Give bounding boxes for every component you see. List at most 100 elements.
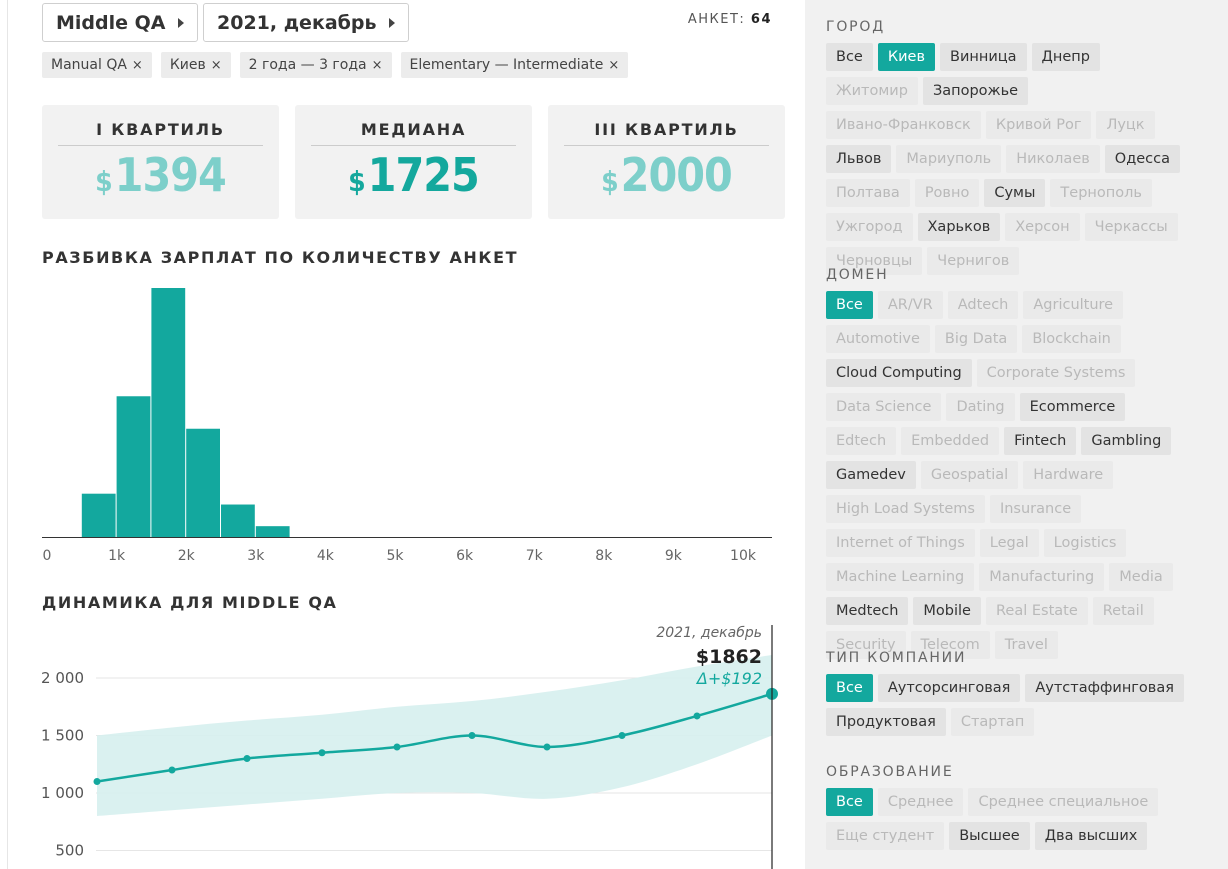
city-option[interactable]: Житомир — [826, 77, 918, 105]
city-option[interactable]: Харьков — [917, 213, 1001, 241]
city-option[interactable]: Киев — [877, 43, 936, 71]
quartile-title: III КВАРТИЛЬ — [594, 120, 739, 139]
domain-option[interactable]: Medtech — [826, 597, 909, 625]
line-point[interactable] — [543, 743, 551, 751]
domain-option[interactable]: Fintech — [1004, 427, 1077, 455]
city-option[interactable]: Кривой Рог — [985, 111, 1092, 139]
histogram-bar — [116, 396, 151, 537]
education-option[interactable]: Высшее — [949, 822, 1030, 850]
domain-option[interactable]: Dating — [946, 393, 1015, 421]
domain-option[interactable]: Gamedev — [826, 461, 916, 489]
domain-option[interactable]: Retail — [1092, 597, 1154, 625]
domain-option[interactable]: Data Science — [826, 393, 942, 421]
x-tick-label: 0 — [43, 548, 52, 564]
city-option[interactable]: Николаев — [1006, 145, 1100, 173]
dynamics-chart: 2 000 1 500 1 000 500 2021, декабрь $1862Δ+$1… — [41, 625, 778, 869]
filter-chip: Manual QA × — [42, 52, 152, 78]
city-option[interactable]: Тернополь — [1050, 179, 1152, 207]
domain-option[interactable]: Machine Learning — [826, 563, 975, 591]
education-option[interactable]: Еще студент — [826, 822, 945, 850]
domain-option[interactable]: Все — [826, 291, 873, 319]
line-point[interactable] — [393, 743, 401, 751]
domain-option[interactable]: Insurance — [989, 495, 1082, 523]
education-option[interactable]: Все — [826, 788, 873, 816]
x-tick-label: 4k — [317, 548, 335, 564]
city-option[interactable]: Винница — [940, 43, 1027, 71]
domain-option[interactable]: Logistics — [1043, 529, 1127, 557]
city-option[interactable]: Полтава — [826, 179, 910, 207]
company_type-option[interactable]: Аутсорсинговая — [877, 674, 1021, 702]
histogram-bar — [186, 428, 220, 537]
city-option[interactable]: Львов — [826, 145, 892, 173]
domain-option[interactable]: Ecommerce — [1019, 393, 1126, 421]
domain-option[interactable]: Manufacturing — [979, 563, 1105, 591]
domain-option[interactable]: Blockchain — [1022, 325, 1121, 353]
city-option[interactable]: Херсон — [1005, 213, 1080, 241]
filter-chip-label: 2 года — 3 года — [248, 57, 367, 73]
domain-option[interactable]: Corporate Systems — [976, 359, 1136, 387]
divider — [311, 145, 516, 146]
company_type-option[interactable]: Аутстаффинговая — [1025, 674, 1184, 702]
line-point[interactable] — [618, 732, 626, 739]
company_type-option[interactable]: Все — [826, 674, 873, 702]
domain-option[interactable]: Agriculture — [1023, 291, 1124, 319]
line-point[interactable] — [318, 749, 326, 757]
domain-option[interactable]: Internet of Things — [826, 529, 975, 557]
x-tick-label: 1k — [108, 548, 126, 564]
line-point[interactable] — [93, 778, 101, 785]
education-option[interactable]: Среднее — [877, 788, 964, 816]
domain-option[interactable]: Media — [1109, 563, 1173, 591]
city-option[interactable]: Луцк — [1096, 111, 1155, 139]
city-option[interactable]: Ужгород — [826, 213, 913, 241]
histogram-bar — [221, 504, 255, 537]
domain-option[interactable]: Hardware — [1023, 461, 1114, 489]
company_type-option[interactable]: Стартап — [950, 708, 1035, 736]
domain-option[interactable]: Mobile — [913, 597, 981, 625]
domain-option[interactable]: Embedded — [901, 427, 1000, 455]
city-option[interactable]: Ивано-Франковск — [826, 111, 981, 139]
remove-filter-icon[interactable]: × — [372, 58, 383, 73]
line-point[interactable] — [693, 712, 701, 720]
education-option[interactable]: Среднее специальное — [968, 788, 1159, 816]
remove-filter-icon[interactable]: × — [132, 58, 143, 73]
domain-option[interactable]: Real Estate — [985, 597, 1088, 625]
histogram-bar — [151, 288, 186, 537]
city-options: Все Киев Винница Днепр Житомир Запорожье Ивано… — [826, 43, 1186, 275]
quartile-3-card: III КВАРТИЛЬ $2000 — [548, 105, 785, 219]
domain-option[interactable]: AR/VR — [877, 291, 943, 319]
domain-option[interactable]: Cloud Computing — [826, 359, 972, 387]
remove-filter-icon[interactable]: × — [211, 58, 222, 73]
applied-filters: Manual QA × Киев × 2 года — 3 года × Ele… — [42, 52, 629, 78]
city-option[interactable]: Черкассы — [1084, 213, 1178, 241]
line-point[interactable] — [243, 755, 251, 762]
city-option[interactable]: Мариуполь — [896, 145, 1002, 173]
line-point[interactable] — [468, 732, 476, 739]
y-tick-label: 500 — [55, 842, 84, 860]
tooltip-date: 2021, декабрь — [656, 625, 762, 641]
position-selector[interactable]: Middle QA — [42, 3, 198, 42]
domain-option[interactable]: Geospatial — [920, 461, 1019, 489]
company-type-filter-title: ТИП КОМПАНИИ — [826, 650, 967, 666]
education-option[interactable]: Два высших — [1034, 822, 1148, 850]
domain-option[interactable]: Gambling — [1081, 427, 1172, 455]
city-option[interactable]: Сумы — [984, 179, 1046, 207]
domain-option[interactable]: Edtech — [826, 427, 897, 455]
period-selector[interactable]: 2021, декабрь — [203, 3, 409, 42]
filter-chip: 2 года — 3 года × — [239, 52, 392, 78]
line-point[interactable] — [168, 766, 176, 774]
domain-option[interactable]: Adtech — [947, 291, 1019, 319]
filter-chip-label: Manual QA — [51, 57, 127, 73]
x-tick-label: 6k — [456, 548, 474, 564]
domain-option[interactable]: Legal — [979, 529, 1039, 557]
city-option[interactable]: Запорожье — [922, 77, 1029, 105]
city-option[interactable]: Днепр — [1031, 43, 1100, 71]
domain-option[interactable]: Automotive — [826, 325, 930, 353]
remove-filter-icon[interactable]: × — [608, 58, 619, 73]
x-tick-label: 9k — [665, 548, 683, 564]
city-option[interactable]: Одесса — [1104, 145, 1180, 173]
city-option[interactable]: Ровно — [914, 179, 980, 207]
domain-option[interactable]: Big Data — [934, 325, 1018, 353]
company_type-option[interactable]: Продуктовая — [826, 708, 946, 736]
domain-option[interactable]: High Load Systems — [826, 495, 985, 523]
city-option[interactable]: Все — [826, 43, 873, 71]
